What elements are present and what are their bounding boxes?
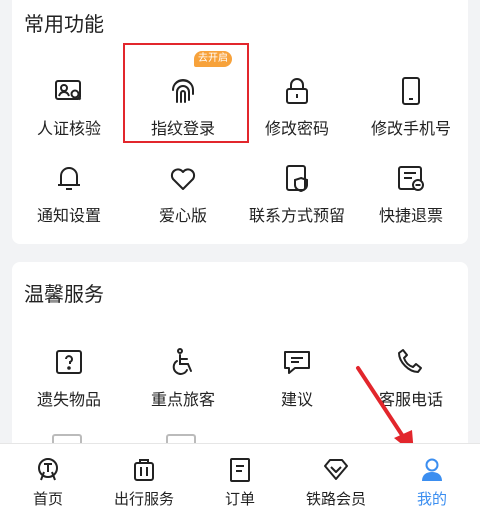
- tab-label: 订单: [224, 490, 255, 508]
- tile-change-phone[interactable]: 修改手机号: [354, 75, 468, 155]
- tile-lost-items[interactable]: 遗失物品: [12, 346, 126, 426]
- id-verify-icon: [53, 75, 85, 107]
- tile-change-password[interactable]: 修改密码: [240, 75, 354, 155]
- luggage-icon: [130, 456, 158, 484]
- tab-label: 铁路会员: [305, 490, 366, 508]
- heart-icon: [167, 162, 199, 194]
- tab-label: 出行服务: [113, 490, 174, 508]
- bell-icon: [53, 162, 85, 194]
- highlight-box: [123, 43, 249, 143]
- tile-label: 快捷退票: [378, 206, 443, 225]
- tab-home[interactable]: 首页: [0, 444, 96, 514]
- tile-contact-reserve[interactable]: 联系方式预留: [240, 162, 354, 242]
- tab-travel-service[interactable]: 出行服务: [96, 444, 192, 514]
- tile-id-verify[interactable]: 人证核验: [12, 75, 126, 155]
- tile-label: 修改密码: [264, 119, 329, 138]
- phone-icon: [395, 75, 427, 107]
- lock-icon: [281, 75, 313, 107]
- tile-quick-refund[interactable]: 快捷退票: [354, 162, 468, 242]
- section-title-common: 常用功能: [24, 12, 104, 36]
- tile-label: 爱心版: [158, 206, 207, 225]
- section-title-service: 温馨服务: [24, 282, 104, 306]
- tile-label: 通知设置: [36, 206, 101, 225]
- tile-label: 修改手机号: [370, 119, 451, 138]
- diamond-icon: [322, 456, 350, 484]
- tile-label: 遗失物品: [36, 390, 101, 409]
- tab-railway-member[interactable]: 铁路会员: [288, 444, 384, 514]
- tab-mine[interactable]: 我的: [384, 444, 480, 514]
- wheelchair-icon: [167, 346, 199, 378]
- bottom-tab-bar: 首页 出行服务 订单 铁路会员 我的: [0, 443, 480, 514]
- tile-label: 人证核验: [36, 119, 101, 138]
- feedback-icon: [281, 346, 313, 378]
- tile-label: 建议: [280, 390, 313, 409]
- tile-care-version[interactable]: 爱心版: [126, 162, 240, 242]
- tile-suggestion[interactable]: 建议: [240, 346, 354, 426]
- tile-label: 重点旅客: [150, 390, 215, 409]
- tab-label: 我的: [416, 490, 447, 508]
- tab-label: 首页: [32, 490, 63, 508]
- tile-key-passengers[interactable]: 重点旅客: [126, 346, 240, 426]
- tile-notification-settings[interactable]: 通知设置: [12, 162, 126, 242]
- railway-home-icon: [34, 456, 62, 484]
- user-icon: [418, 456, 446, 484]
- tab-orders[interactable]: 订单: [192, 444, 288, 514]
- lost-item-icon: [53, 346, 85, 378]
- tile-label: 联系方式预留: [248, 206, 345, 225]
- order-icon: [226, 456, 254, 484]
- contact-shield-icon: [281, 162, 313, 194]
- refund-ticket-icon: [395, 162, 427, 194]
